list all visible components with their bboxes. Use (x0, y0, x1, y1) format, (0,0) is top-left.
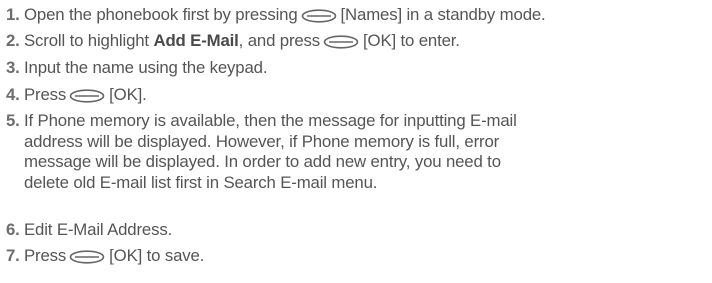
step-text: Open the phonebook first by pressing [Nam… (24, 5, 546, 26)
step-4-text-after: [OK]. (109, 85, 147, 104)
step-number: 1. (6, 5, 20, 24)
step-7-text-before: Press (24, 246, 67, 265)
step-number: 2. (6, 31, 20, 50)
step-number: 3. (6, 58, 20, 77)
step-2-text-middle: , and press (238, 31, 321, 50)
step-number: 5. (6, 111, 20, 130)
instruction-list: 1. Open the phonebook first by pressing [… (0, 0, 712, 283)
step-5-line-2: address will be displayed. However, if P… (24, 131, 500, 151)
step-number: 6. (6, 220, 20, 239)
step-text: Input the name using the keypad. (24, 58, 268, 77)
step-text: Edit E-Mail Address. (24, 220, 173, 239)
step-number: 4. (6, 85, 20, 104)
step-text: If Phone memory is available, then the m… (24, 111, 517, 193)
step-2-text-after: [OK] to enter. (363, 31, 460, 50)
step-2-text-before: Scroll to highlight (24, 31, 154, 50)
step-number: 7. (6, 246, 20, 265)
step-5-line-1: If Phone memory is available, then the m… (24, 111, 517, 130)
step-text: Press [OK]. (24, 85, 147, 106)
step-1-text-before: Open the phonebook first by pressing (24, 5, 298, 24)
soft-key-left-icon (301, 9, 337, 23)
step-4-text-before: Press (24, 85, 67, 104)
ok-key-icon (69, 89, 105, 103)
step-5-line-3: message will be displayed. In order to a… (24, 152, 501, 171)
ok-key-icon (323, 35, 359, 49)
step-text: Scroll to highlight Add E-Mail, and pres… (24, 31, 460, 52)
step-1-text-after: [Names] in a standby mode. (340, 5, 546, 24)
step-7-text-after: [OK] to save. (109, 246, 205, 265)
menu-item-name: Add E-Mail (153, 31, 239, 50)
step-5-line-4: delete old E-mail list first in Search E… (24, 172, 378, 192)
step-text: Press [OK] to save. (24, 246, 204, 267)
ok-key-icon (69, 250, 105, 264)
